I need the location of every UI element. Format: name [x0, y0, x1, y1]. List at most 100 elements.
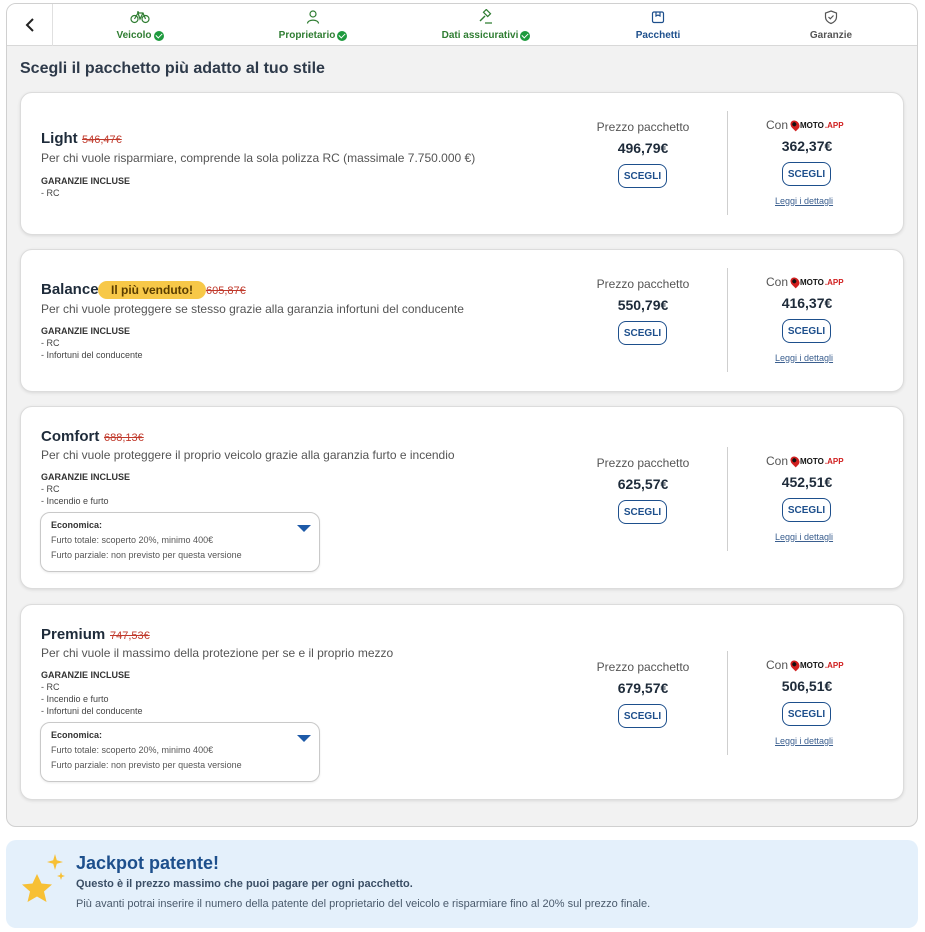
choose-con-button[interactable]: SCEGLI	[782, 498, 831, 522]
details-link[interactable]: Leggi i dettagli	[775, 532, 833, 542]
package-card-light: Light 546,47€ Per chi vuole risparmiare,…	[20, 92, 904, 235]
package-price: 679,57€	[617, 680, 669, 696]
option-line: Furto totale: scoperto 20%, minimo 400€	[51, 745, 214, 755]
con-label: Con	[766, 454, 789, 468]
jackpot-text: Più avanti potrai inserire il numero del…	[76, 898, 651, 910]
guarantee-item: - Incendio e furto	[41, 694, 109, 704]
package-description: Per chi vuole risparmiare, comprende la …	[41, 151, 476, 165]
guarantee-item: - RC	[41, 338, 60, 348]
guarantees-title: GARANZIE INCLUSE	[41, 176, 131, 186]
con-label: Con	[766, 275, 789, 289]
coverage-option-select[interactable]: Economica: Furto totale: scoperto 20%, m…	[40, 722, 320, 782]
details-link[interactable]: Leggi i dettagli	[775, 353, 833, 363]
price-label: Prezzo pacchetto	[596, 660, 690, 674]
main-panel: Veicolo Proprietario Dati assicurativi P…	[6, 3, 918, 827]
moto-app-logo: MOTO .APP	[788, 658, 844, 672]
column-divider	[727, 651, 728, 755]
option-title: Economica:	[51, 520, 103, 530]
old-price: 605,87€	[206, 285, 246, 297]
old-price: 688,13€	[104, 432, 144, 444]
guarantee-item: - RC	[41, 188, 60, 198]
con-price: 506,51€	[781, 678, 833, 694]
choose-con-button[interactable]: SCEGLI	[782, 702, 831, 726]
column-divider	[727, 268, 728, 372]
con-price: 362,37€	[781, 138, 833, 154]
con-moto-app: Con MOTO .APP	[766, 275, 844, 289]
guarantee-item: - RC	[41, 682, 60, 692]
caret-down-icon	[297, 735, 311, 742]
con-moto-app: Con MOTO .APP	[766, 658, 844, 672]
package-name: Premium	[41, 626, 106, 643]
con-moto-app: Con MOTO .APP	[766, 118, 844, 132]
guarantee-item: - Infortuni del conducente	[41, 350, 143, 360]
coverage-option-select[interactable]: Economica: Furto totale: scoperto 20%, m…	[40, 512, 320, 572]
check-icon	[153, 30, 164, 41]
option-line: Furto parziale: non previsto per questa …	[51, 550, 242, 560]
moto-app-logo: MOTO .APP	[788, 454, 844, 468]
details-link[interactable]: Leggi i dettagli	[775, 196, 833, 206]
check-icon	[520, 30, 531, 41]
details-link[interactable]: Leggi i dettagli	[775, 736, 833, 746]
choose-button[interactable]: SCEGLI	[618, 164, 667, 188]
chevron-left-icon	[25, 18, 34, 32]
step-garanzie[interactable]: Garanzie	[761, 9, 901, 43]
jackpot-title: Jackpot patente!	[76, 853, 220, 873]
step-dati-assicurativi[interactable]: Dati assicurativi	[416, 9, 556, 43]
guarantee-item: - RC	[41, 484, 60, 494]
jackpot-banner: Jackpot patente! Questo è il prezzo mass…	[6, 840, 918, 928]
price-label: Prezzo pacchetto	[596, 277, 690, 291]
step-pacchetti[interactable]: Pacchetti	[588, 9, 728, 43]
choose-button[interactable]: SCEGLI	[618, 500, 667, 524]
package-name: Balance	[41, 281, 99, 298]
step-label: Veicolo	[116, 30, 152, 41]
package-price: 496,79€	[617, 140, 669, 156]
gavel-icon	[479, 9, 492, 24]
step-veicolo[interactable]: Veicolo	[70, 9, 210, 43]
con-price: 416,37€	[781, 295, 833, 311]
package-card-balance: Balance Il più venduto! 605,87€ Per chi …	[20, 249, 904, 392]
shield-check-icon	[824, 10, 838, 25]
column-divider	[727, 111, 728, 215]
choose-con-button[interactable]: SCEGLI	[782, 319, 831, 343]
bicycle-icon	[130, 11, 150, 24]
choose-button[interactable]: SCEGLI	[618, 704, 667, 728]
package-description: Per chi vuole il massimo della protezion…	[41, 646, 394, 660]
column-divider	[727, 447, 728, 551]
check-icon	[337, 30, 348, 41]
stars-icon	[22, 854, 65, 902]
package-description: Per chi vuole proteggere se stesso grazi…	[41, 302, 464, 316]
page-title: Scegli il pacchetto più adatto al tuo st…	[20, 60, 325, 77]
con-price: 452,51€	[781, 474, 833, 490]
price-label: Prezzo pacchetto	[596, 456, 690, 470]
choose-con-button[interactable]: SCEGLI	[782, 162, 831, 186]
guarantees-title: GARANZIE INCLUSE	[41, 670, 131, 680]
jackpot-subtitle: Questo è il prezzo massimo che puoi paga…	[76, 878, 413, 890]
choose-button[interactable]: SCEGLI	[618, 321, 667, 345]
package-price: 625,57€	[617, 476, 669, 492]
package-icon	[651, 11, 665, 24]
package-name: Light	[41, 130, 78, 147]
price-label: Prezzo pacchetto	[596, 120, 690, 134]
package-price: 550,79€	[617, 297, 669, 313]
step-label: Garanzie	[809, 30, 853, 41]
guarantees-title: GARANZIE INCLUSE	[41, 472, 131, 482]
package-card-premium: Premium 747,53€ Per chi vuole il massimo…	[20, 604, 904, 800]
old-price: 747,53€	[110, 630, 150, 642]
user-icon	[306, 10, 320, 24]
con-moto-app: Con MOTO .APP	[766, 454, 844, 468]
moto-app-logo: MOTO .APP	[788, 118, 844, 132]
step-proprietario[interactable]: Proprietario	[243, 9, 383, 43]
step-label: Dati assicurativi	[441, 30, 519, 41]
bestseller-badge: Il più venduto!	[98, 281, 206, 299]
option-title: Economica:	[51, 730, 103, 740]
moto-app-logo: MOTO .APP	[788, 275, 844, 289]
step-label: Proprietario	[278, 30, 336, 41]
package-card-comfort: Comfort 688,13€ Per chi vuole proteggere…	[20, 406, 904, 589]
con-label: Con	[766, 658, 789, 672]
option-line: Furto totale: scoperto 20%, minimo 400€	[51, 535, 214, 545]
back-button[interactable]	[7, 4, 53, 46]
caret-down-icon	[297, 525, 311, 532]
step-label: Pacchetti	[635, 30, 681, 41]
old-price: 546,47€	[82, 134, 122, 146]
con-label: Con	[766, 118, 789, 132]
